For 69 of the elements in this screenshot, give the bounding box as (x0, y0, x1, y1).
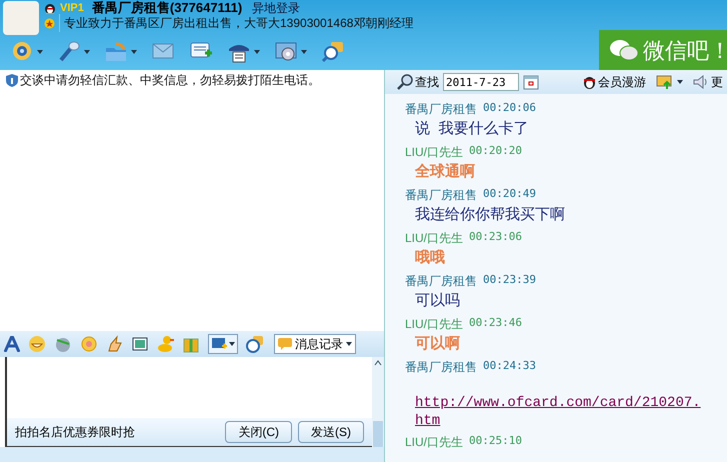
message-text: 我连给你你帮我买下啊 (414, 205, 566, 225)
history-button[interactable]: 消息记录 (274, 334, 356, 354)
font-icon[interactable] (4, 336, 20, 352)
roaming-button[interactable]: 会员漫游 (583, 73, 646, 91)
search-icon[interactable] (321, 40, 345, 64)
contact-name: 番禺厂房租售(377647111) (92, 0, 242, 17)
caret-icon[interactable] (301, 50, 307, 54)
avatar-picture (3, 1, 39, 35)
more-label: 更 (711, 74, 723, 91)
sender-name: LIU/口先生 (405, 144, 464, 160)
ad-text: 微信吧！ (643, 36, 727, 64)
message-time: 00:20:06 (483, 100, 536, 116)
export-icon[interactable] (656, 74, 674, 90)
message-text: 说 我要什么卡了 (414, 119, 530, 139)
caret-icon[interactable] (37, 50, 43, 54)
login-note: 异地登录 (252, 0, 300, 17)
speaker-icon (693, 75, 709, 89)
message-text: 可以吗 (414, 291, 461, 311)
message-time: 00:20:20 (469, 143, 522, 160)
caret-icon[interactable] (677, 80, 683, 84)
search-icon (397, 74, 413, 90)
penguin-icon (583, 75, 596, 89)
sender-name: LIU/口先生 (405, 316, 464, 332)
message-time: 00:23:06 (469, 229, 522, 246)
smiley-icon[interactable] (28, 335, 46, 353)
shield-icon (6, 74, 18, 86)
sender-name: 番禺厂房租售 (405, 186, 477, 204)
duck-icon[interactable] (156, 335, 174, 353)
message-time: 00:25:10 (469, 433, 522, 450)
roaming-label: 会员漫游 (598, 74, 646, 91)
date-field[interactable]: 2011-7-23 (443, 73, 519, 91)
chat-s-icon[interactable] (246, 335, 264, 353)
caret-icon[interactable] (254, 50, 260, 54)
message-time: 00:20:49 (483, 186, 536, 202)
calendar-icon[interactable] (523, 74, 539, 90)
sender-name: 番禺厂房租售 (405, 100, 477, 118)
more-button[interactable]: 更 (693, 73, 723, 91)
message-time: 00:23:46 (469, 315, 522, 332)
history-label: 消息记录 (295, 336, 343, 353)
message-text: 全球通啊 (414, 162, 476, 182)
notice-text: 交谈中请勿轻信汇款、中奖信息，勿轻易拨打陌生电话。 (20, 72, 320, 89)
sender-name: 番禺厂房租售 (405, 358, 477, 376)
signature-text: 专业致力于番禺区厂房出租出售，大哥大13903001468邓朝刚经理 (59, 14, 414, 32)
search-label: 查找 (415, 74, 439, 91)
message-text: 哦哦 (414, 248, 446, 268)
message-link[interactable]: http://www.ofcard.com/card/210207.htm (415, 394, 705, 430)
send-button[interactable]: 发送(S) (298, 421, 364, 443)
caret-icon[interactable] (131, 50, 137, 54)
speech-bubble-icon (278, 338, 292, 350)
vip-label: VIP1 (60, 0, 84, 16)
caret-icon (346, 342, 352, 346)
caret-icon[interactable] (84, 50, 90, 54)
message-time: 00:24:33 (483, 358, 536, 374)
message-text: 可以啊 (414, 334, 461, 354)
message-time: 00:23:39 (483, 272, 536, 288)
penguin-icon (44, 2, 56, 14)
ad-link-text[interactable]: 拍拍名店优惠券限时抢 (15, 423, 220, 441)
sender-name: LIU/口先生 (405, 230, 464, 246)
close-button[interactable]: 关闭(C) (225, 421, 292, 443)
sender-name: 番禺厂房租售 (405, 272, 477, 290)
picture-icon[interactable] (132, 336, 148, 352)
caret-icon (229, 342, 235, 346)
star-icon (44, 18, 55, 28)
sender-name: LIU/口先生 (405, 434, 464, 450)
screenshot-button[interactable] (208, 334, 238, 354)
scrollbar[interactable] (372, 357, 384, 447)
screen-plus-icon (211, 337, 227, 351)
search-button[interactable]: 查找 (397, 73, 439, 91)
wechat-icon (609, 38, 639, 62)
